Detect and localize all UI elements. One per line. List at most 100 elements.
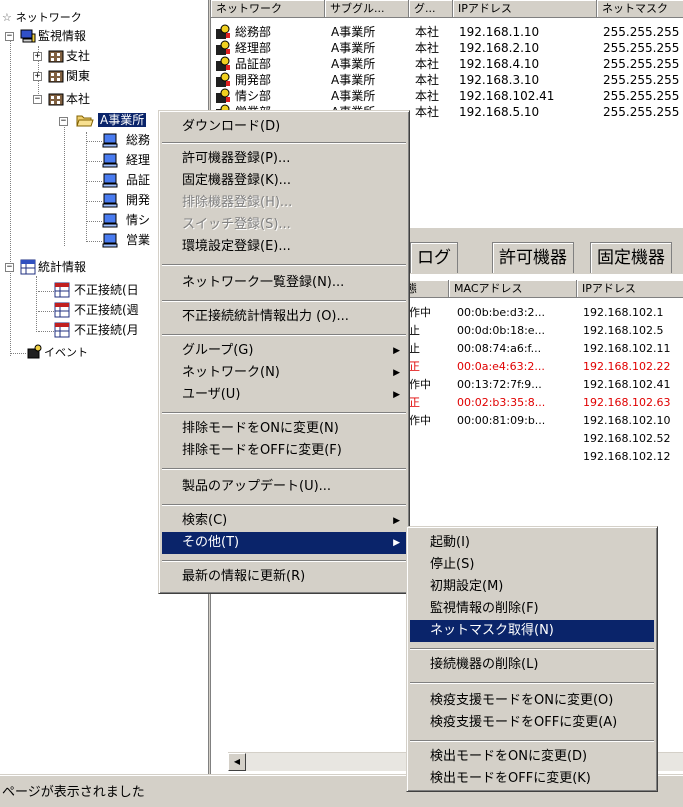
submenu-item-delete-devices[interactable]: 接続機器の削除(L) (410, 654, 654, 676)
menu-item-refresh[interactable]: 最新の情報に更新(R) (162, 566, 406, 588)
table-cell[interactable]: 255.255.255 (603, 88, 679, 104)
tree-node-dept[interactable]: 営業 (102, 231, 150, 249)
tree-node-branch[interactable]: 支社 (48, 47, 90, 65)
submenu-item-init[interactable]: 初期設定(M) (410, 576, 654, 598)
tab-permitted-devices[interactable]: 許可機器 (492, 242, 574, 273)
device-status-cell[interactable]: 正 (409, 394, 420, 412)
expand-toggle-icon[interactable]: + (33, 72, 42, 81)
device-ip-cell[interactable]: 192.168.102.63 (583, 394, 670, 412)
tree-node-events[interactable]: イベント (26, 343, 88, 361)
table-cell[interactable]: 本社 (415, 104, 439, 120)
submenu-item-stop[interactable]: 停止(S) (410, 554, 654, 576)
submenu-item-detect-on[interactable]: 検出モードをONに変更(D) (410, 746, 654, 768)
table-cell[interactable]: A事業所 (331, 88, 375, 104)
device-ip-cell[interactable]: 192.168.102.12 (583, 448, 670, 466)
tree-node-stat-report[interactable]: 不正接続(月 (54, 321, 139, 339)
tree-root[interactable]: ☆ ネットワーク (2, 8, 82, 26)
table-cell[interactable]: A事業所 (331, 56, 375, 72)
device-mac-cell[interactable]: 00:02:b3:35:8... (457, 394, 545, 412)
submenu-item-detect-off[interactable]: 検出モードをOFFに変更(K) (410, 768, 654, 790)
device-mac-cell[interactable]: 00:0b:be:d3:2... (457, 304, 545, 322)
tab-fixed-devices[interactable]: 固定機器 (590, 242, 672, 273)
device-ip-cell[interactable]: 192.168.102.11 (583, 340, 670, 358)
device-ip-cell[interactable]: 192.168.102.10 (583, 412, 670, 430)
menu-item-network[interactable]: ネットワーク(N) ▶ (162, 362, 406, 384)
device-mac-cell[interactable]: 00:08:74:a6:f... (457, 340, 541, 358)
table-cell[interactable]: 本社 (415, 24, 439, 40)
expand-toggle-icon[interactable]: − (5, 32, 14, 41)
menu-item-exclude-on[interactable]: 排除モードをONに変更(N) (162, 418, 406, 440)
menu-item-user[interactable]: ユーザ(U) ▶ (162, 384, 406, 406)
tree-node-dept[interactable]: 情シ (102, 211, 150, 229)
menu-item-stats-output[interactable]: 不正接続統計情報出力 (O)... (162, 306, 406, 328)
tree-node-kanto[interactable]: 関東 (48, 67, 90, 85)
network-name-cell[interactable]: 経理部 (235, 40, 271, 56)
submenu-item-delete-monitor[interactable]: 監視情報の削除(F) (410, 598, 654, 620)
device-ip-cell[interactable]: 192.168.102.22 (583, 358, 670, 376)
device-status-cell[interactable]: 止 (409, 340, 420, 358)
menu-item-exclude-off[interactable]: 排除モードをOFFに変更(F) (162, 440, 406, 462)
device-ip-cell[interactable]: 192.168.102.1 (583, 304, 663, 322)
collapse-toggle-icon[interactable]: − (5, 263, 14, 272)
scroll-left-icon[interactable]: ◀ (228, 753, 246, 771)
device-status-cell[interactable]: 正 (409, 358, 420, 376)
submenu-item-get-netmask[interactable]: ネットマスク取得(N) (410, 620, 654, 642)
table-cell[interactable]: 192.168.102.41 (459, 88, 554, 104)
tree-node-dept[interactable]: 開発 (102, 191, 150, 209)
device-mac-cell[interactable]: 00:00:81:09:b... (457, 412, 545, 430)
menu-item-product-update[interactable]: 製品のアップデート(U)... (162, 476, 406, 498)
expand-toggle-icon[interactable]: + (33, 52, 42, 61)
table-cell[interactable]: 本社 (415, 40, 439, 56)
table-cell[interactable]: 255.255.255 (603, 24, 679, 40)
network-name-cell[interactable]: 品証部 (235, 56, 271, 72)
table-cell[interactable]: A事業所 (331, 72, 375, 88)
table-cell[interactable]: 255.255.255 (603, 104, 679, 120)
device-mac-cell[interactable]: 00:13:72:7f:9... (457, 376, 542, 394)
device-mac-cell[interactable]: 00:0d:0b:18:e... (457, 322, 545, 340)
device-status-cell[interactable]: 作中 (409, 304, 431, 322)
column-header-netmask[interactable]: ネットマスク (597, 0, 683, 18)
column-header-mac[interactable]: MACアドレス (449, 280, 577, 298)
tab-log[interactable]: ログ (410, 242, 458, 273)
network-name-cell[interactable]: 開発部 (235, 72, 271, 88)
column-header-ip[interactable]: IPアドレス (453, 0, 597, 18)
table-cell[interactable]: 192.168.3.10 (459, 72, 539, 88)
table-cell[interactable]: 192.168.4.10 (459, 56, 539, 72)
table-cell[interactable]: 本社 (415, 88, 439, 104)
table-cell[interactable]: 192.168.5.10 (459, 104, 539, 120)
collapse-toggle-icon[interactable]: − (59, 117, 68, 126)
submenu-item-quarantine-off[interactable]: 検疫支援モードをOFFに変更(A) (410, 712, 654, 734)
menu-item-download[interactable]: ダウンロード(D) (162, 116, 406, 138)
tree-node-hq[interactable]: 本社 (48, 90, 90, 108)
menu-item-fixed-register[interactable]: 固定機器登録(K)... (162, 170, 406, 192)
device-status-cell[interactable]: 止 (409, 322, 420, 340)
menu-item-env-register[interactable]: 環境設定登録(E)... (162, 236, 406, 258)
column-header-group[interactable]: グ... (409, 0, 453, 18)
table-cell[interactable]: A事業所 (331, 24, 375, 40)
table-cell[interactable]: A事業所 (331, 40, 375, 56)
table-cell[interactable]: 本社 (415, 56, 439, 72)
menu-item-search[interactable]: 検索(C) ▶ (162, 510, 406, 532)
tree-node-dept[interactable]: 経理 (102, 151, 150, 169)
menu-item-group[interactable]: グループ(G) ▶ (162, 340, 406, 362)
device-ip-cell[interactable]: 192.168.102.5 (583, 322, 663, 340)
device-status-cell[interactable]: 作中 (409, 412, 431, 430)
table-cell[interactable]: 192.168.1.10 (459, 24, 539, 40)
table-cell[interactable]: 255.255.255 (603, 40, 679, 56)
device-mac-cell[interactable]: 00:0a:e4:63:2... (457, 358, 545, 376)
table-cell[interactable]: 255.255.255 (603, 72, 679, 88)
device-ip-cell[interactable]: 192.168.102.52 (583, 430, 670, 448)
table-cell[interactable]: 192.168.2.10 (459, 40, 539, 56)
submenu-item-start[interactable]: 起動(I) (410, 532, 654, 554)
tree-node-stats[interactable]: 統計情報 (20, 258, 86, 276)
tree-node-office-a[interactable]: A事業所 (76, 111, 147, 129)
submenu-item-quarantine-on[interactable]: 検疫支援モードをONに変更(O) (410, 690, 654, 712)
device-ip-cell[interactable]: 192.168.102.41 (583, 376, 670, 394)
tree-node-monitor[interactable]: 監視情報 (20, 27, 86, 45)
menu-item-network-list[interactable]: ネットワーク一覧登録(N)... (162, 272, 406, 294)
network-name-cell[interactable]: 総務部 (235, 24, 271, 40)
column-header-network[interactable]: ネットワーク (211, 0, 325, 18)
tree-node-stat-report[interactable]: 不正接続(週 (54, 301, 139, 319)
table-cell[interactable]: 本社 (415, 72, 439, 88)
tree-node-dept[interactable]: 品証 (102, 171, 150, 189)
